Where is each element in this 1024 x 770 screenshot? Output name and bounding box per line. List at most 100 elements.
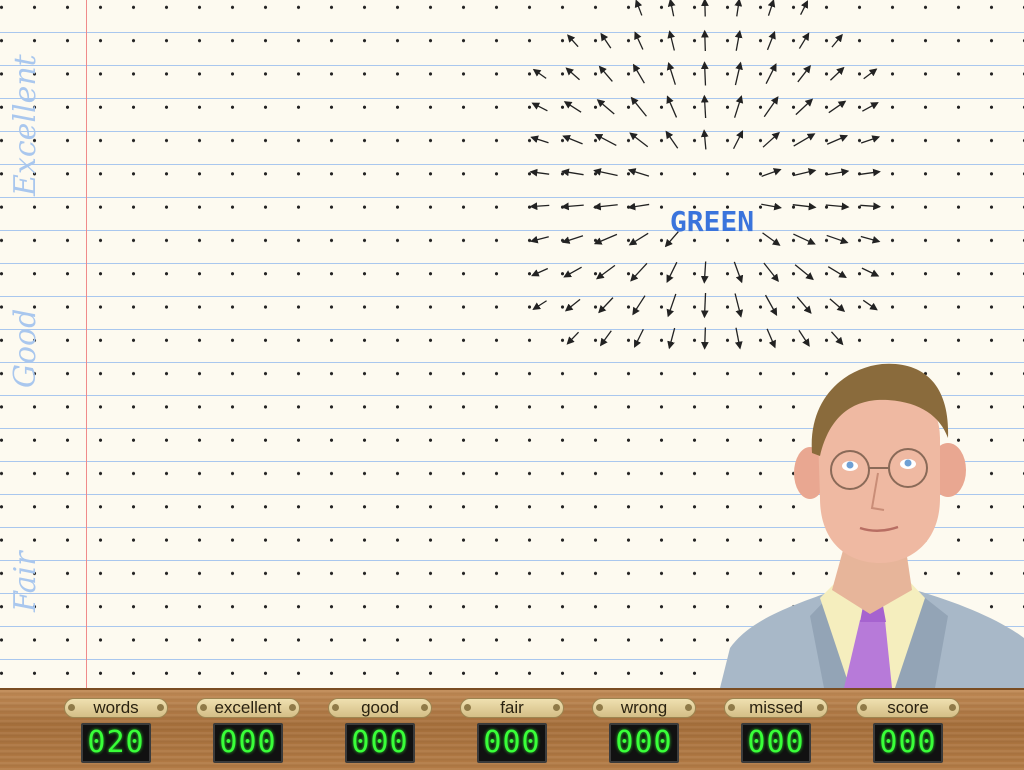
counter-label: missed [724,698,828,718]
arrow-icon [669,328,674,348]
counter-wrong: wrong 000 [592,698,696,768]
arrow-icon [736,328,740,348]
arrow-icon [763,133,779,147]
counter-display: 020 [81,723,151,763]
arrow-icon [531,172,549,174]
arrow-icon [596,135,617,146]
arrow-icon [766,295,777,315]
arrow-icon [600,67,613,82]
arrow-icon [735,96,742,117]
arrow-icon [670,0,673,16]
counter-excellent: excellent 000 [196,698,300,768]
arrow-icon [532,137,549,142]
screw-icon [949,704,956,711]
counter-label: excellent [196,698,300,718]
counter-display: 000 [741,723,811,763]
screw-icon [68,704,75,711]
screw-icon [596,704,603,711]
arrow-icon [601,331,612,346]
arrow-icon [705,31,706,51]
arrow-icon [568,35,578,46]
counter-label: words [64,698,168,718]
arrow-icon [533,103,548,111]
arrow-icon [768,0,773,15]
arrow-icon [563,136,582,144]
screw-icon [200,704,207,711]
arrow-icon [793,170,815,175]
screw-icon [157,704,164,711]
counter-missed: missed 000 [724,698,828,768]
arrow-icon [635,329,644,346]
arrow-icon [860,205,879,206]
arrow-icon [767,329,775,347]
arrow-icon [704,96,705,118]
arrow-icon [704,293,705,317]
screw-icon [332,704,339,711]
counter-good: good 000 [328,698,432,768]
arrow-icon [863,300,877,309]
margin-label-fair: Fair [8,552,38,612]
arrow-icon [562,171,583,174]
margin-label-excellent: Excellent [8,136,38,196]
screw-icon [817,704,824,711]
arrow-icon [768,32,775,50]
arrow-icon [601,34,611,48]
arrow-icon [827,136,847,145]
counter-display: 000 [609,723,679,763]
arrow-icon [594,171,617,176]
arrow-icon [766,64,776,83]
arrow-icon [565,102,581,112]
arrow-icon [736,31,740,50]
screw-icon [685,704,692,711]
arrow-icon [562,205,583,207]
counter-label: fair [460,698,564,718]
arrow-icon [830,68,843,80]
arrow-icon [861,236,879,241]
arrow-icon [563,236,583,242]
vector-field-arrows [520,0,920,370]
arrow-icon [796,99,812,114]
arrow-icon [632,98,647,116]
counter-fair: fair 000 [460,698,564,768]
counter-label: good [328,698,432,718]
arrow-icon [597,265,615,278]
arrow-icon [734,262,741,282]
arrow-icon [830,299,844,311]
arrow-icon [735,63,740,85]
arrow-icon [599,298,613,313]
arrow-icon [862,268,878,276]
arrow-icon [670,31,675,50]
counter-display: 000 [213,723,283,763]
arrow-icon [795,265,813,280]
counter-score: score 000 [856,698,960,768]
arrow-icon [798,66,810,82]
arrow-icon [705,327,706,348]
screw-icon [421,704,428,711]
counter-words: words 020 [64,698,168,768]
arrow-icon [735,294,741,317]
arrow-icon [829,101,845,112]
counter-display: 000 [345,723,415,763]
arrow-icon [864,69,877,79]
arrow-icon [797,297,811,313]
arrow-icon [598,100,615,114]
arrow-icon [799,330,809,345]
screw-icon [464,704,471,711]
arrow-icon [799,33,808,48]
target-word: GREEN [612,205,812,238]
arrow-icon [631,263,647,280]
counter-label: score [856,698,960,718]
arrow-icon [861,137,879,143]
arrow-icon [826,205,848,207]
arrow-icon [567,332,578,344]
arrow-icon [669,63,676,84]
arrow-icon [531,237,549,242]
arrow-icon [633,296,645,315]
arrow-icon [705,63,706,86]
arrow-icon [667,262,677,282]
arrow-icon [666,132,677,149]
arrow-icon [794,134,815,146]
arrow-icon [764,263,778,281]
screw-icon [860,704,867,711]
arrow-icon [564,267,581,277]
